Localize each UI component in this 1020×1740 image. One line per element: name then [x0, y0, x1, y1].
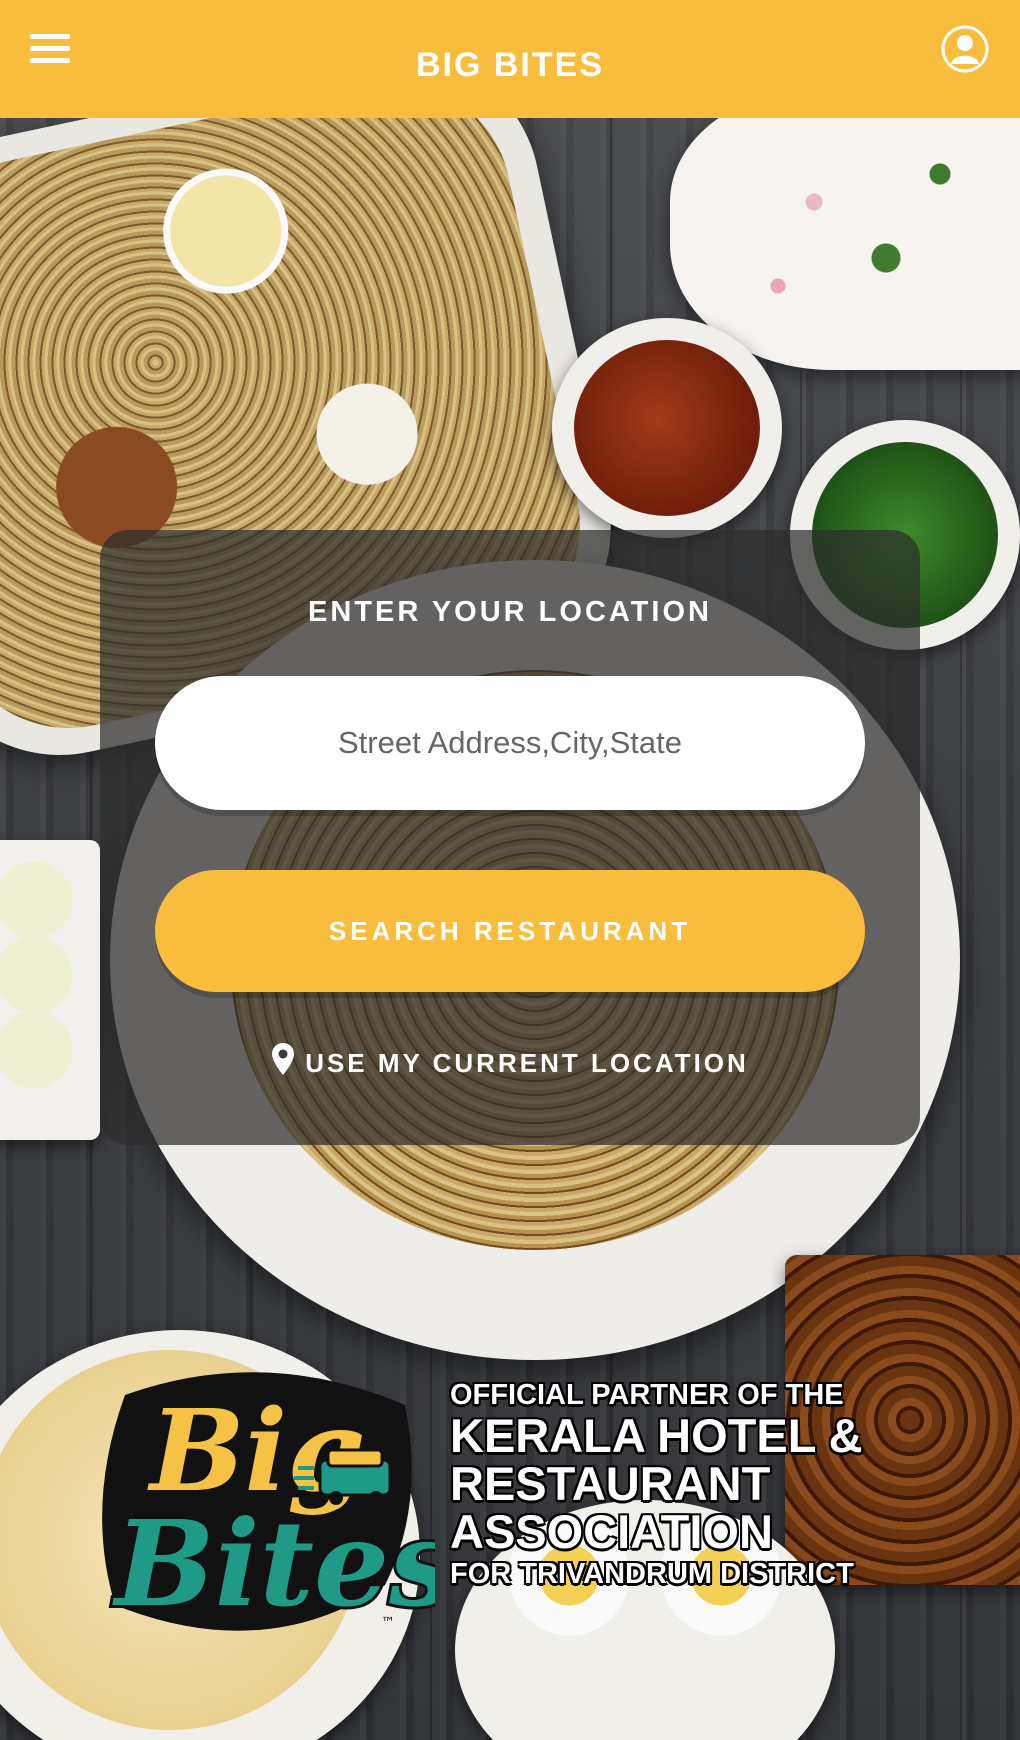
logo-word-bites: Bites	[112, 1494, 435, 1633]
partner-line-3: RESTAURANT	[450, 1456, 771, 1510]
cucumber-dish-image	[0, 840, 100, 1140]
location-address-input[interactable]	[155, 676, 865, 810]
trademark-symbol: ™	[381, 1615, 395, 1631]
use-current-location-link[interactable]: USE MY CURRENT LOCATION	[0, 1042, 1020, 1079]
partner-line-2: KERALA HOTEL &	[450, 1408, 863, 1462]
raita-bowl-image	[670, 90, 1020, 370]
partner-line-4: ASSOCIATION	[450, 1504, 773, 1558]
big-bites-logo: Big Bites ™	[102, 1372, 435, 1636]
user-profile-icon[interactable]	[940, 24, 990, 74]
partner-statement: OFFICIAL PARTNER OF THE KERALA HOTEL & R…	[450, 1379, 863, 1593]
map-pin-icon	[272, 1043, 295, 1075]
location-heading: ENTER YOUR LOCATION	[308, 596, 712, 628]
partner-line-1: OFFICIAL PARTNER OF THE	[450, 1379, 844, 1411]
partner-line-5: FOR TRIVANDRUM DISTRICT	[450, 1557, 854, 1590]
app-screen: BIG BITES ENTER YOUR LOCATION SEARCH RES…	[0, 0, 1020, 1740]
current-location-label: USE MY CURRENT LOCATION	[305, 1048, 749, 1078]
search-restaurant-button[interactable]: SEARCH RESTAURANT	[155, 870, 865, 992]
app-title: BIG BITES	[415, 46, 605, 84]
app-bar: BIG BITES	[0, 0, 1020, 118]
pickle-bowl-image	[552, 318, 782, 538]
